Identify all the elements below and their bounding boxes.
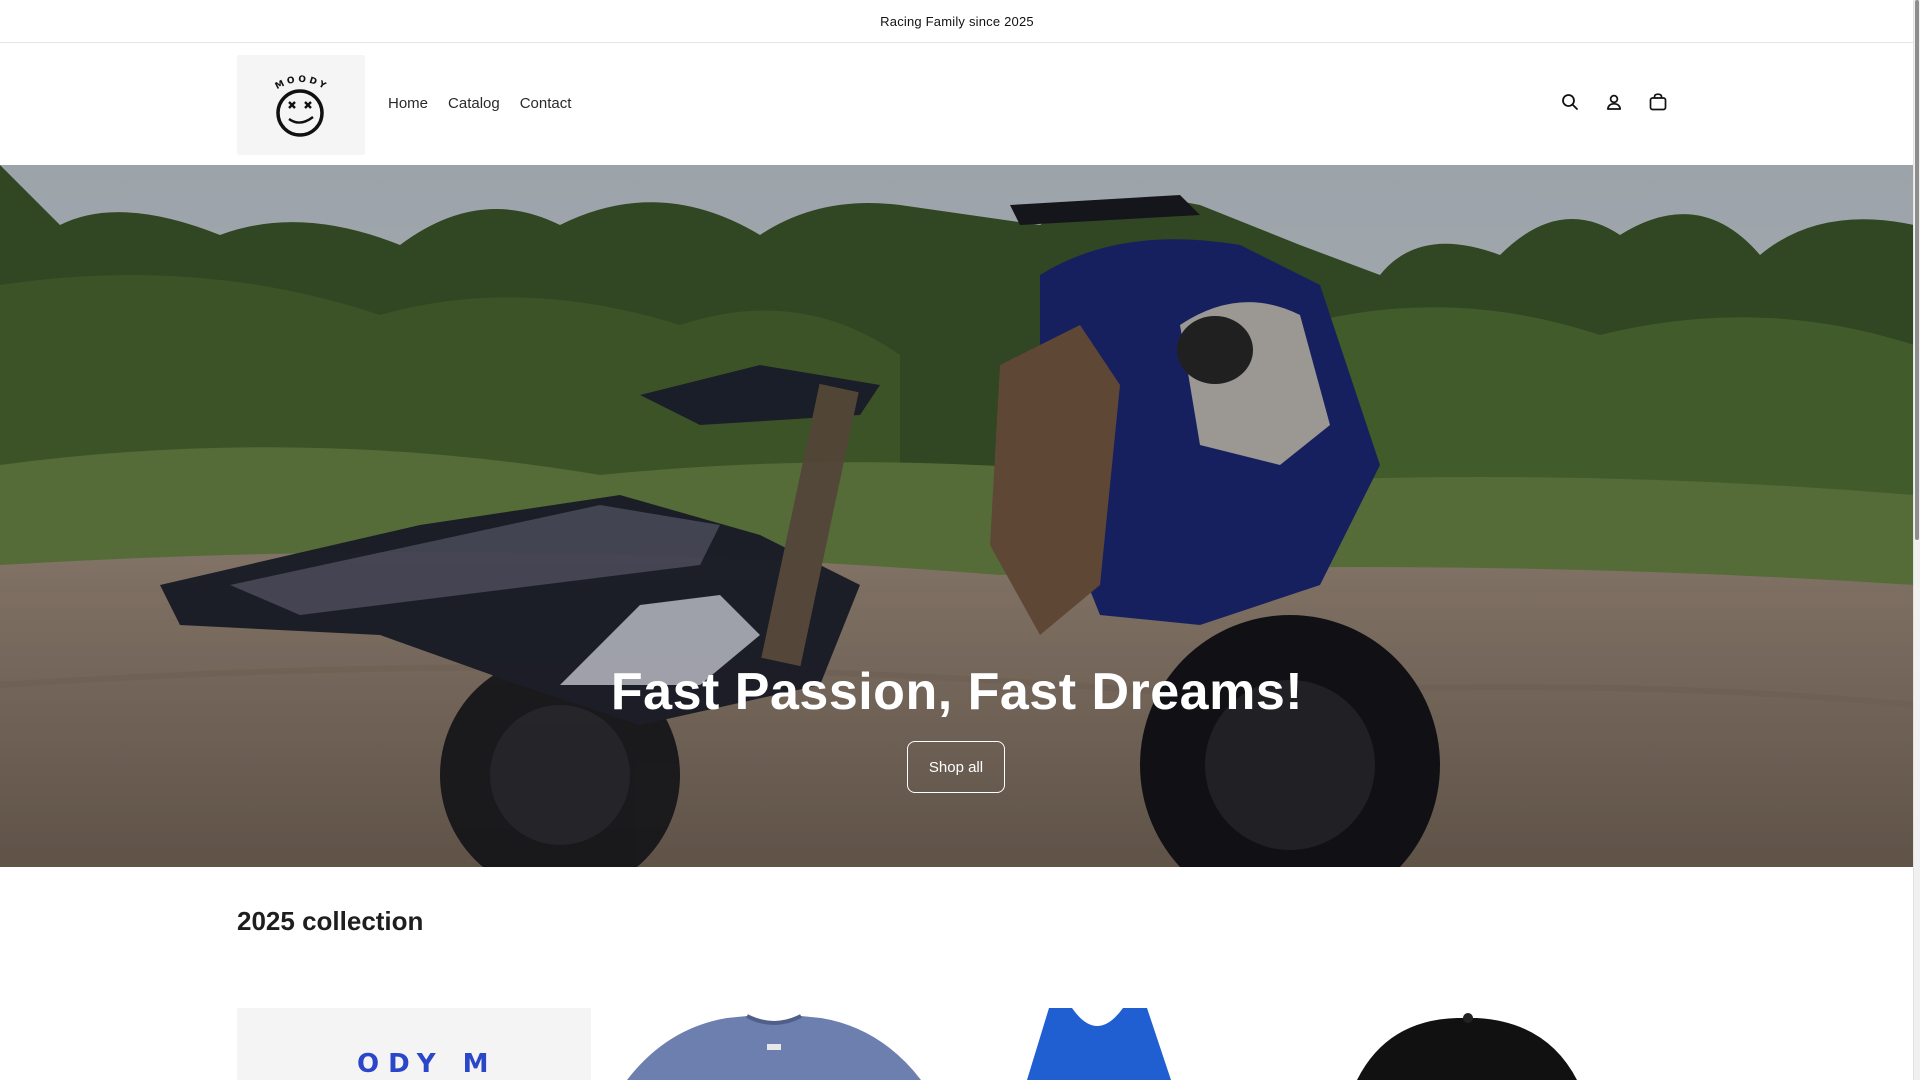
nav-home-link[interactable]: Home (378, 93, 438, 115)
smiley-logo-icon: MOODY MOTO (237, 55, 335, 137)
cart-button[interactable] (1643, 87, 1673, 117)
account-icon (1606, 94, 1622, 110)
product-image (1357, 1013, 1577, 1080)
svg-text:ODY M: ODY M (357, 1049, 498, 1079)
header-icons (1555, 87, 1673, 117)
scrollbar[interactable] (1913, 0, 1920, 1080)
collection-title: 2025 collection (237, 906, 424, 936)
hero-banner: Fast Passion, Fast Dreams! Shop all (0, 165, 1914, 867)
account-button[interactable] (1599, 87, 1629, 117)
search-icon (1562, 94, 1578, 110)
product-image (1027, 1008, 1171, 1080)
cart-icon (1649, 93, 1667, 111)
product-image: ODY M (357, 1049, 498, 1079)
nav-catalog-link[interactable]: Catalog (438, 93, 510, 115)
scrollbar-thumb[interactable] (1915, 0, 1919, 540)
main-nav: Home Catalog Contact (378, 93, 581, 115)
product-card[interactable] (1317, 1008, 1671, 1080)
store-logo[interactable]: MOODY MOTO (237, 55, 365, 155)
product-card[interactable] (597, 1008, 951, 1080)
hero-title: Fast Passion, Fast Dreams! (610, 663, 1304, 721)
product-grid: ODY M (237, 1008, 1677, 1080)
search-button[interactable] (1555, 87, 1585, 117)
announcement-text: Racing Family since 2025 (880, 13, 1034, 29)
svg-text:MOODY MOTO: MOODY MOTO (237, 55, 335, 96)
product-image (627, 1014, 921, 1080)
product-card[interactable]: ODY M (237, 1008, 591, 1080)
nav-contact-link[interactable]: Contact (510, 93, 582, 115)
announcement-bar: Racing Family since 2025 (0, 0, 1914, 43)
page: Racing Family since 2025 MOODY MOTO Home… (0, 0, 1914, 1080)
site-header: MOODY MOTO Home Catalog Contact (0, 43, 1914, 165)
shop-all-button[interactable]: Shop all (907, 741, 1005, 793)
product-card[interactable] (957, 1008, 1311, 1080)
